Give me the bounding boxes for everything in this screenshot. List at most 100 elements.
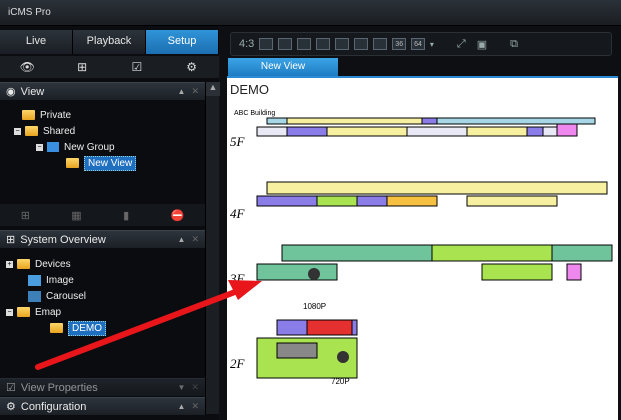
floor-3f: 3F 1080P <box>229 244 613 311</box>
layout-1-icon[interactable] <box>259 38 274 50</box>
layout-36-button[interactable]: 36 <box>392 38 407 50</box>
network-icon: ⊞ <box>6 234 16 246</box>
tab-setup[interactable]: Setup <box>146 30 219 54</box>
app-titlebar: iCMS Pro <box>0 0 621 26</box>
image-icon <box>28 274 41 286</box>
tree-label: New Group <box>64 141 115 153</box>
gear-icon: ⚙ <box>6 401 16 413</box>
folder-icon <box>17 307 30 317</box>
panel-scrollbar[interactable]: ▲ <box>205 82 220 414</box>
layout-16-icon[interactable] <box>373 38 388 50</box>
tree-item-new-group[interactable]: − New Group <box>36 139 115 155</box>
tree-item-shared[interactable]: − Shared <box>14 123 75 139</box>
floor-2f: 2F 720P <box>230 319 358 386</box>
mode-tabs: Live Playback Setup <box>0 30 219 54</box>
tab-live[interactable]: Live <box>0 30 73 54</box>
collapse-icon[interactable]: ▼ <box>178 383 186 392</box>
left-panel: Live Playback Setup 👁 ⊞ ☑ ⚙ ◉ View ▲ ✕ Pr… <box>0 26 220 420</box>
tree-label: Shared <box>43 125 76 137</box>
close-icon[interactable]: ✕ <box>191 401 199 412</box>
fullscreen-icon[interactable]: ⤢ <box>457 38 466 51</box>
checkbox-icon: ☑ <box>6 382 16 394</box>
emap-view: DEMO ABC Building 5F 4F 3F 1080P 2F 720P <box>227 76 618 420</box>
floor-label-4f: 4F <box>230 206 246 221</box>
setup-icon-row: 👁 ⊞ ☑ ⚙ <box>0 56 219 78</box>
add-view-icon[interactable]: ⊞ <box>21 209 30 222</box>
main-area: 4:3 36 64 ▾ ⤢ ▣ ⧉ New View DEMO ABC Buil… <box>220 26 621 420</box>
collapse-icon[interactable]: ▲ <box>178 235 186 244</box>
tree-label: Image <box>46 274 74 286</box>
layout-6-icon[interactable] <box>297 38 312 50</box>
tab-playback[interactable]: Playback <box>73 30 146 54</box>
checkbox-icon[interactable]: ☑ <box>130 60 144 74</box>
carousel-icon <box>28 290 41 302</box>
floor-4f: 4F <box>230 181 608 221</box>
collapse-icon[interactable]: ▲ <box>178 87 186 96</box>
tree-item-carousel[interactable]: Carousel <box>28 288 86 304</box>
tree-label: Devices <box>35 258 71 270</box>
layout-13-icon[interactable] <box>354 38 369 50</box>
aspect-ratio-button[interactable]: 4:3 <box>239 38 254 50</box>
system-overview-header[interactable]: ⊞ System Overview ▲ ✕ <box>0 230 205 248</box>
view-panel-title: View <box>20 85 45 98</box>
tree-item-private[interactable]: Private <box>22 107 71 123</box>
folder-icon <box>25 126 38 136</box>
tree-item-demo[interactable]: DEMO <box>50 320 106 336</box>
layout-64-button[interactable]: 64 <box>411 38 425 50</box>
layout-toolbar: 4:3 36 64 ▾ ⤢ ▣ ⧉ <box>230 32 612 56</box>
camera-label-720p: 720P <box>331 377 350 386</box>
floor-label-3f: 3F <box>229 271 246 286</box>
tree-item-image[interactable]: Image <box>28 272 74 288</box>
close-icon[interactable]: ✕ <box>191 382 199 393</box>
tree-item-new-view[interactable]: New View <box>66 155 137 171</box>
delete-icon[interactable]: ⛔ <box>171 209 185 222</box>
layout-4-icon[interactable] <box>278 38 293 50</box>
camera-marker-icon <box>337 351 349 363</box>
folder-icon <box>50 323 63 333</box>
collapse-toggle-icon[interactable]: − <box>6 308 13 316</box>
view-tree: Private − Shared − New Group New View <box>0 102 205 202</box>
tree-label: New View <box>84 155 137 171</box>
collapse-toggle-icon[interactable]: − <box>36 143 43 151</box>
collapse-toggle-icon[interactable]: − <box>14 127 21 135</box>
folder-icon <box>17 259 30 269</box>
tree-label: DEMO <box>68 320 106 336</box>
view-toolbar: ⊞ ▦ ▮ ⛔ <box>0 204 205 226</box>
eye-icon: ◉ <box>6 86 16 98</box>
floor-plan-map: ABC Building 5F 4F 3F 1080P 2F 720P <box>229 110 613 386</box>
layout-8-icon[interactable] <box>316 38 331 50</box>
view-properties-title: View Properties <box>20 381 98 394</box>
eye-icon[interactable]: 👁 <box>20 60 35 74</box>
tree-item-devices[interactable]: + Devices <box>6 256 71 272</box>
camera-label-1080p: 1080P <box>303 302 326 311</box>
collapse-icon[interactable]: ▲ <box>178 402 186 411</box>
floor-label-2f: 2F <box>230 356 246 371</box>
dropdown-icon[interactable]: ▾ <box>430 40 434 49</box>
close-icon[interactable]: ✕ <box>191 86 199 97</box>
network-icon[interactable]: ⊞ <box>75 60 89 74</box>
tree-label: Private <box>40 109 72 121</box>
tab-new-view[interactable]: New View <box>228 58 338 76</box>
system-tree: + Devices Image Carousel − Emap DEMO <box>0 250 205 360</box>
configuration-title: Configuration <box>20 400 87 413</box>
layout-9-icon[interactable] <box>335 38 350 50</box>
building-label: ABC Building <box>234 110 275 117</box>
folder-icon <box>66 158 79 168</box>
view-properties-header[interactable]: ☑ View Properties ▼ ✕ <box>0 378 205 396</box>
tree-item-emap[interactable]: − Emap <box>6 304 61 320</box>
floor-5f: 5F <box>230 117 596 149</box>
multi-monitor-icon[interactable]: ⧉ <box>510 38 518 51</box>
tree-label: Carousel <box>46 290 87 302</box>
view-panel-header[interactable]: ◉ View ▲ ✕ <box>0 82 205 100</box>
system-overview-title: System Overview <box>20 233 106 246</box>
gear-icon[interactable]: ⚙ <box>185 60 199 74</box>
expand-toggle-icon[interactable]: + <box>6 260 13 268</box>
configuration-header[interactable]: ⚙ Configuration ▲ ✕ <box>0 397 205 415</box>
monitor-icon[interactable]: ▣ <box>477 38 487 51</box>
grid-icon[interactable]: ▦ <box>71 209 81 222</box>
bottle-icon[interactable]: ▮ <box>123 209 129 222</box>
scroll-up-icon[interactable]: ▲ <box>206 82 220 96</box>
camera-marker-icon <box>308 268 320 280</box>
group-icon <box>47 142 59 152</box>
close-icon[interactable]: ✕ <box>191 234 199 245</box>
